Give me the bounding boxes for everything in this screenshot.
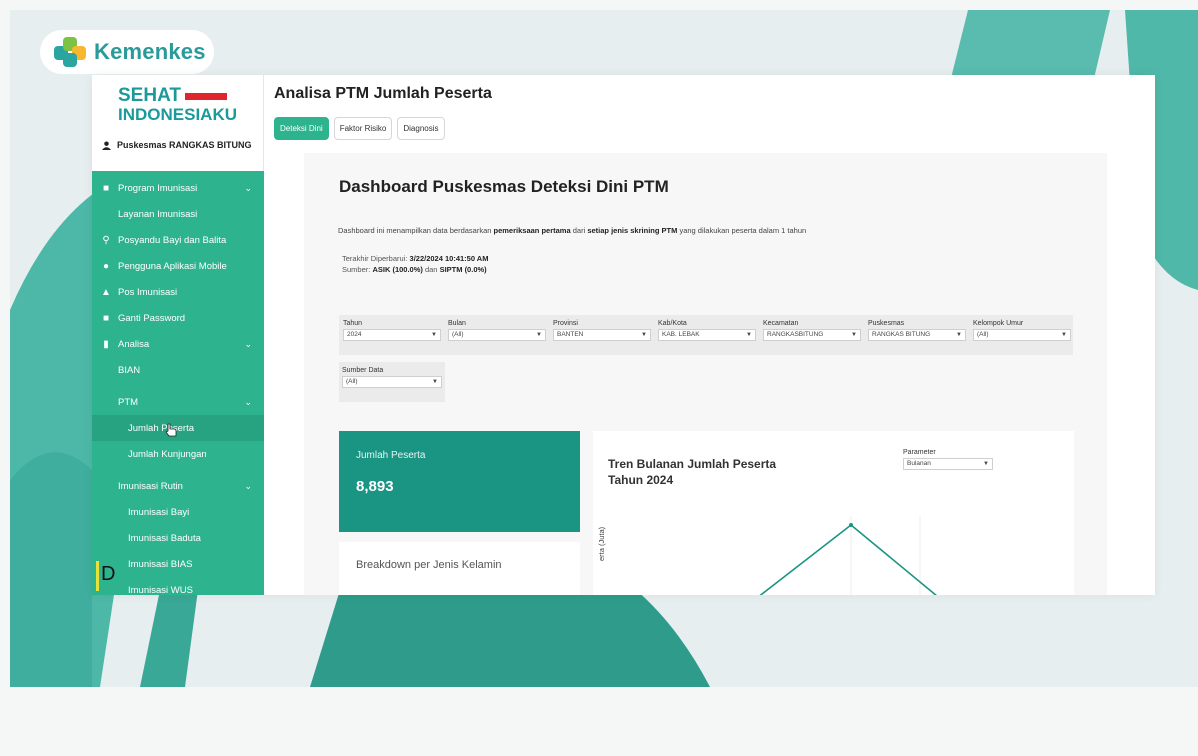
last-updated: 3/22/2024 10:41:50 AM: [409, 254, 489, 263]
kemenkes-logo: Kemenkes: [40, 30, 214, 74]
sidebar-item-program-imunisasi[interactable]: ■ Program Imunisasi ⌄: [92, 175, 264, 201]
user-row[interactable]: Puskesmas RANGKAS BITUNG: [102, 140, 263, 150]
chevron-down-icon: ⌄: [244, 397, 252, 407]
sidebar-item-imunisasi-wus[interactable]: Imunisasi WUS: [92, 577, 264, 596]
kpi-value: 8,893: [356, 478, 394, 495]
sidebar-item-imunisasi-bayi[interactable]: Imunisasi Bayi: [92, 499, 264, 525]
page-title: Analisa PTM Jumlah Peserta: [274, 85, 492, 102]
kemenkes-mark-icon: [54, 37, 88, 67]
select-kabkota[interactable]: KAB. LEBAK ▼: [658, 329, 756, 341]
sidebar-item-analisa[interactable]: ▮ Analisa ⌄: [92, 331, 264, 357]
breakdown-card: Breakdown per Jenis Kelamin: [339, 542, 580, 595]
dropdown-arrow-icon: ▼: [641, 332, 647, 338]
users-icon: ●: [102, 260, 110, 272]
trend-chart-card: Tren Bulanan Jumlah Peserta Tahun 2024 P…: [593, 431, 1074, 595]
sidebar-item-imunisasi-baduta[interactable]: Imunisasi Baduta: [92, 525, 264, 551]
bar-chart-icon: ▮: [103, 338, 109, 350]
brand-line1: SEHAT: [118, 85, 181, 106]
brand-line2: INDONESIAKU: [118, 105, 238, 124]
main-content: Analisa PTM Jumlah Peserta Deteksi Dini …: [264, 75, 1155, 595]
filter-bulan[interactable]: Bulan (All) ▼: [448, 320, 546, 341]
app-window: SEHAT INDONESIAKU Puskesmas RANGKAS BITU…: [92, 75, 1155, 595]
sidebar-item-ptm[interactable]: PTM ⌄: [92, 389, 264, 415]
flag-stripe-icon: [184, 92, 227, 100]
tab-faktor-risiko[interactable]: Faktor Risiko: [333, 117, 393, 140]
tab-bar: Deteksi Dini Faktor Risiko Diagnosis: [274, 117, 445, 140]
dropdown-arrow-icon: ▼: [536, 332, 542, 338]
filter-kecamatan[interactable]: Kecamatan RANGKASBITUNG ▼: [763, 320, 861, 341]
select-tahun[interactable]: 2024 ▼: [343, 329, 441, 341]
dropdown-arrow-icon: ▼: [851, 332, 857, 338]
select-sumber-data[interactable]: (All) ▼: [342, 376, 442, 388]
dashboard-meta: Terakhir Diperbarui: 3/22/2024 10:41:50 …: [342, 254, 489, 274]
sidebar-item-ganti-password[interactable]: ■ Ganti Password: [92, 305, 264, 331]
dropdown-arrow-icon: ▼: [956, 332, 962, 338]
sidebar-nav: ■ Program Imunisasi ⌄ Layanan Imunisasi …: [92, 171, 264, 595]
user-icon: [102, 140, 111, 150]
select-puskesmas[interactable]: RANGKAS BITUNG ▼: [868, 329, 966, 341]
sidebar-item-imunisasi-bias[interactable]: Imunisasi BIAS: [92, 551, 264, 577]
sidebar-item-layanan-imunisasi[interactable]: Layanan Imunisasi: [92, 201, 264, 227]
tab-diagnosis[interactable]: Diagnosis: [397, 117, 445, 140]
filter-kabkota[interactable]: Kab/Kota KAB. LEBAK ▼: [658, 320, 756, 341]
filter-tahun[interactable]: Tahun 2024 ▼: [343, 320, 441, 341]
select-kelompok-umur[interactable]: (All) ▼: [973, 329, 1071, 341]
sidebar-item-imunisasi-rutin[interactable]: Imunisasi Rutin ⌄: [92, 473, 264, 499]
baby-icon: ⚲: [102, 234, 110, 246]
dropdown-arrow-icon: ▼: [746, 332, 752, 338]
chevron-down-icon: ⌄: [244, 183, 252, 193]
filter-bar: Tahun 2024 ▼ Bulan (All) ▼ Provinsi BANTEN…: [339, 315, 1073, 355]
lock-icon: ■: [102, 312, 110, 324]
chevron-down-icon: ⌄: [244, 481, 252, 491]
hand-cursor-icon: [165, 423, 177, 437]
sidebar: SEHAT INDONESIAKU Puskesmas RANGKAS BITU…: [92, 75, 264, 595]
text-cursor-marker: [96, 561, 99, 591]
sidebar-item-jumlah-peserta[interactable]: Jumlah Peserta: [92, 415, 264, 441]
briefcase-icon: ■: [102, 182, 110, 194]
text-cursor-letter: D: [101, 563, 116, 585]
dashboard-description: Dashboard ini menampilkan data berdasark…: [338, 226, 807, 235]
kpi-jumlah-peserta: Jumlah Peserta 8,893: [339, 431, 580, 532]
filter-provinsi[interactable]: Provinsi BANTEN ▼: [553, 320, 651, 341]
tab-deteksi-dini[interactable]: Deteksi Dini: [274, 117, 329, 140]
kemenkes-logo-text: Kemenkes: [94, 39, 206, 64]
select-kecamatan[interactable]: RANGKASBITUNG ▼: [763, 329, 861, 341]
home-icon: ▲: [101, 286, 111, 298]
chevron-down-icon: ⌄: [244, 339, 252, 349]
dashboard-title: Dashboard Puskesmas Deteksi Dini PTM: [339, 177, 669, 196]
select-bulan[interactable]: (All) ▼: [448, 329, 546, 341]
sidebar-header: SEHAT INDONESIAKU Puskesmas RANGKAS BITU…: [92, 75, 264, 171]
sehat-brand: SEHAT: [118, 85, 263, 106]
select-provinsi[interactable]: BANTEN ▼: [553, 329, 651, 341]
sidebar-item-bian[interactable]: BIAN: [92, 357, 264, 383]
user-name: Puskesmas RANGKAS BITUNG: [117, 140, 252, 150]
sidebar-item-posyandu[interactable]: ⚲ Posyandu Bayi dan Balita: [92, 227, 264, 253]
filter-kelompok-umur[interactable]: Kelompok Umur (All) ▼: [973, 320, 1071, 341]
sidebar-item-pengguna-mobile[interactable]: ● Pengguna Aplikasi Mobile: [92, 253, 264, 279]
dropdown-arrow-icon: ▼: [1061, 332, 1067, 338]
filter-puskesmas[interactable]: Puskesmas RANGKAS BITUNG ▼: [868, 320, 966, 341]
sidebar-item-pos-imunisasi[interactable]: ▲ Pos Imunisasi: [92, 279, 264, 305]
trend-line: [759, 516, 937, 595]
filter-sumber-data[interactable]: Sumber Data (All) ▼: [339, 362, 445, 402]
dashboard-panel: Dashboard Puskesmas Deteksi Dini PTM Das…: [304, 153, 1107, 595]
dropdown-arrow-icon: ▼: [432, 379, 438, 385]
sidebar-item-jumlah-kunjungan[interactable]: Jumlah Kunjungan: [92, 441, 264, 467]
dropdown-arrow-icon: ▼: [431, 332, 437, 338]
background-stage: Kemenkes SEHAT INDONESIAKU Puskesmas RAN…: [10, 10, 1198, 687]
